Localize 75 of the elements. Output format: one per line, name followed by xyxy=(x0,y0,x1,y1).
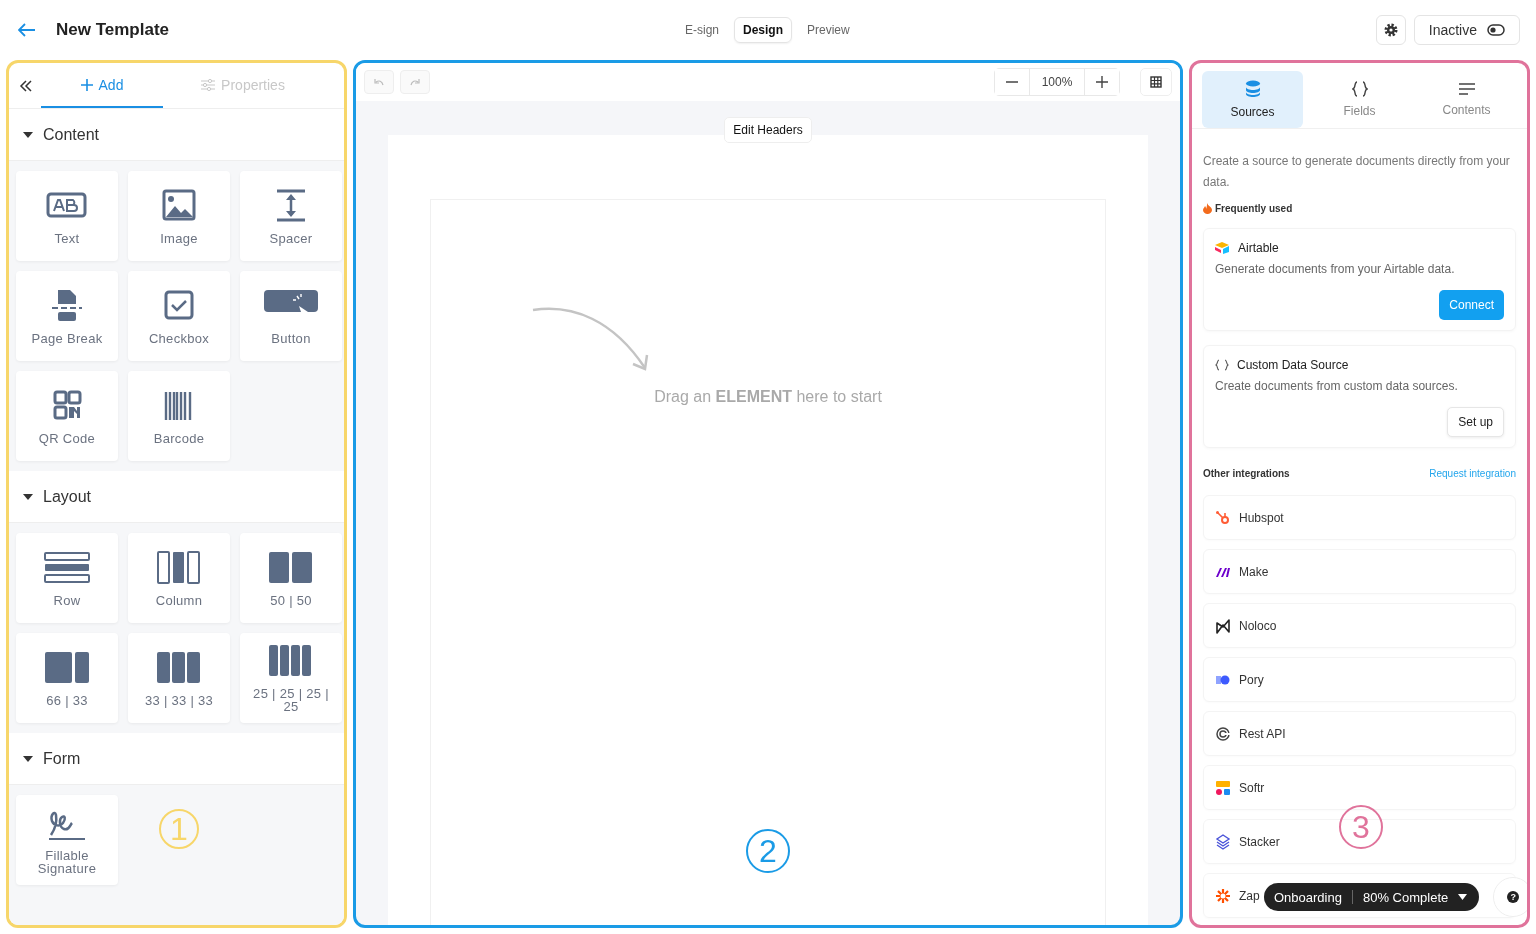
source-description: Create documents from custom data sources. xyxy=(1215,379,1459,393)
panel-tab[interactable]: Contents xyxy=(1416,71,1517,128)
section-label: Frequently used xyxy=(1215,203,1293,214)
integration-item[interactable]: Softr xyxy=(1203,765,1516,810)
section-label: Other integrations xyxy=(1203,468,1290,479)
element-tile[interactable]: Fillable Signature xyxy=(16,795,118,885)
caret-icon xyxy=(23,492,33,501)
collapse-icon[interactable] xyxy=(19,79,33,92)
integration-item[interactable]: Noloco xyxy=(1203,603,1516,648)
element-tile[interactable]: 25 | 25 | 25 | 25 xyxy=(240,633,342,723)
source-name: Custom Data Source xyxy=(1237,358,1349,372)
grid-button[interactable] xyxy=(1140,68,1172,96)
plus-icon xyxy=(80,78,93,91)
lines-icon xyxy=(1458,82,1475,96)
integration-logo xyxy=(1215,725,1231,742)
view-tab[interactable]: E-sign xyxy=(676,17,728,43)
view-tab[interactable]: Design xyxy=(734,17,793,43)
drop-hint: Drag an ELEMENT here to start xyxy=(654,388,882,407)
element-tile[interactable]: Checkbox xyxy=(128,271,230,361)
caret-icon xyxy=(1458,894,1468,900)
source-action-button[interactable]: Set up xyxy=(1447,407,1504,437)
settings-icon xyxy=(1382,22,1399,38)
integration-logo xyxy=(1215,833,1231,850)
onboarding-toast[interactable]: Onboarding 80% Complete xyxy=(1264,883,1480,911)
braces-icon xyxy=(1215,359,1229,371)
step-marker: 3 xyxy=(1339,805,1383,849)
step-marker: 1 xyxy=(159,809,199,849)
element-tile[interactable]: Row xyxy=(16,533,118,623)
view-tab[interactable]: Preview xyxy=(798,17,859,43)
flame-icon xyxy=(1203,203,1212,214)
panel-tab[interactable]: Fields xyxy=(1309,71,1410,128)
source-name: Airtable xyxy=(1238,241,1279,255)
element-tile[interactable]: Button xyxy=(240,271,342,361)
integration-logo xyxy=(1215,779,1231,796)
element-tile[interactable]: Text xyxy=(16,171,118,261)
source-action-button[interactable]: Connect xyxy=(1439,290,1504,320)
integration-logo xyxy=(1215,509,1231,526)
source-description: Generate documents from your Airtable data. xyxy=(1215,262,1456,276)
integration-item[interactable]: Make xyxy=(1203,549,1516,594)
boxes-icon xyxy=(1215,242,1230,254)
integration-item[interactable]: Pory xyxy=(1203,657,1516,702)
toggle-icon xyxy=(1487,24,1505,36)
element-tile[interactable]: Column xyxy=(128,533,230,623)
grid-icon xyxy=(1150,76,1162,88)
element-tile[interactable]: Image xyxy=(128,171,230,261)
intro-text: Create a source to generate documents directly from your data. xyxy=(1203,153,1511,191)
element-tile[interactable]: 66 | 33 xyxy=(16,633,118,723)
step-marker: 2 xyxy=(746,829,790,873)
help-button[interactable]: ? xyxy=(1493,877,1527,917)
integration-item[interactable]: Rest API xyxy=(1203,711,1516,756)
request-integration-link[interactable]: Request integration xyxy=(1429,468,1516,479)
caret-icon xyxy=(23,130,33,139)
element-tile[interactable]: QR Code xyxy=(16,371,118,461)
integration-item[interactable]: Hubspot xyxy=(1203,495,1516,540)
sliders-icon xyxy=(201,78,216,91)
element-tile[interactable]: 50 | 50 xyxy=(240,533,342,623)
plus-icon xyxy=(1096,76,1108,88)
panel-tab[interactable]: Sources xyxy=(1202,71,1303,128)
back-arrow-icon[interactable] xyxy=(18,23,36,37)
settings-button[interactable] xyxy=(1375,15,1406,45)
element-tile[interactable]: Page Break xyxy=(16,271,118,361)
page-title: New Template xyxy=(56,20,170,40)
caret-icon xyxy=(23,754,33,763)
element-tile[interactable]: 33 | 33 | 33 xyxy=(128,633,230,723)
database-icon xyxy=(1244,80,1261,98)
integration-logo xyxy=(1215,617,1231,634)
minus-icon xyxy=(1006,81,1018,83)
redo-icon xyxy=(410,78,420,86)
edit-headers-button[interactable]: Edit Headers xyxy=(724,117,812,143)
element-tile[interactable]: Spacer xyxy=(240,171,342,261)
undo-icon xyxy=(374,78,384,86)
status-toggle[interactable]: Inactive xyxy=(1413,15,1520,45)
integration-logo xyxy=(1215,887,1231,904)
element-tile[interactable]: Barcode xyxy=(128,371,230,461)
braces-icon xyxy=(1351,81,1368,97)
